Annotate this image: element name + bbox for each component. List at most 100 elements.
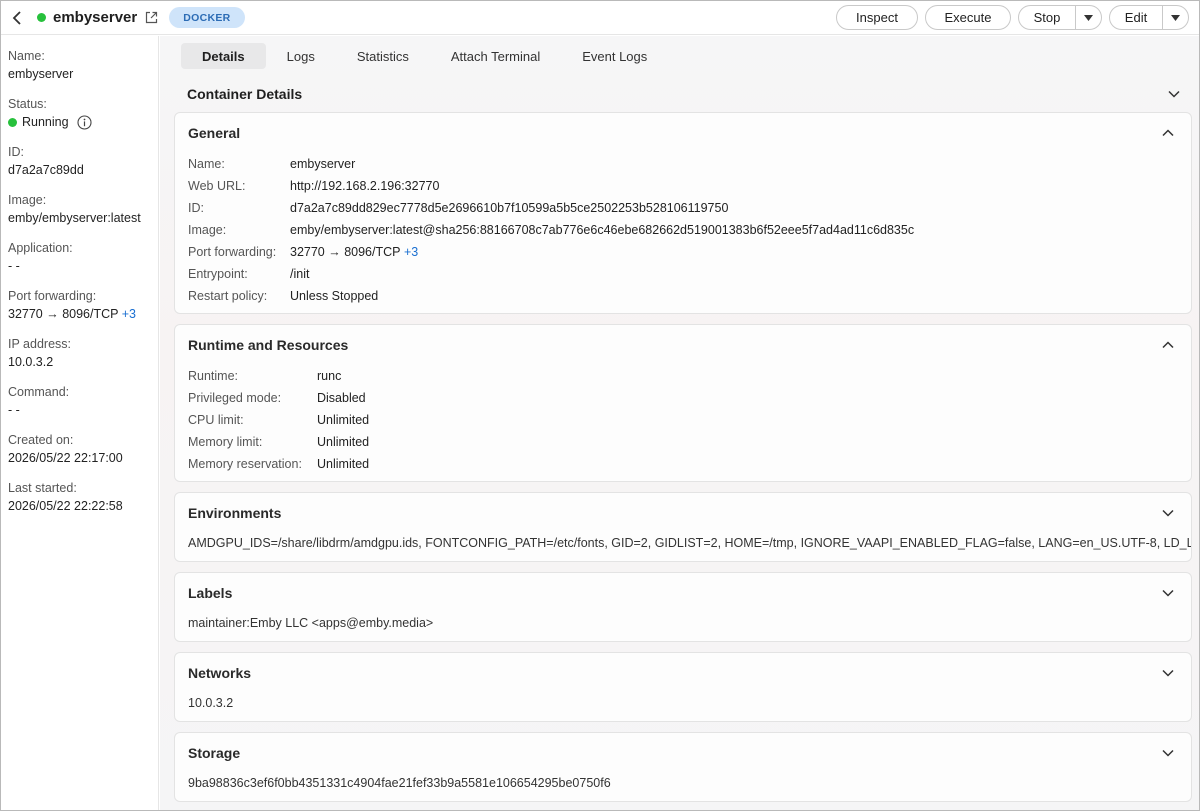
general-restart-label: Restart policy: bbox=[188, 289, 268, 303]
tab-event-logs[interactable]: Event Logs bbox=[561, 43, 668, 69]
sidebar-name-value: embyserver bbox=[8, 67, 74, 81]
sidebar-image-label: Image: bbox=[8, 193, 47, 207]
runtime-row-privileged: Privileged mode: Disabled bbox=[188, 387, 1178, 409]
stop-button[interactable]: Stop bbox=[1019, 6, 1075, 29]
web-url-link[interactable]: http://192.168.2.196:32770 bbox=[290, 175, 439, 197]
chevron-down-icon bbox=[1161, 746, 1175, 760]
sidebar-created-label: Created on: bbox=[8, 433, 74, 447]
runtime-row-memory: Memory limit: Unlimited bbox=[188, 431, 1178, 453]
tab-bar: Details Logs Statistics Attach Terminal … bbox=[181, 43, 668, 69]
networks-card: Networks 10.0.3.2 bbox=[174, 652, 1192, 722]
inspect-button[interactable]: Inspect bbox=[836, 5, 918, 30]
edit-dropdown-button[interactable] bbox=[1162, 6, 1188, 29]
sidebar-status: Running bbox=[8, 113, 158, 132]
execute-button[interactable]: Execute bbox=[925, 5, 1011, 30]
sidebar-port-value: 32770 → 8096/TCP bbox=[8, 307, 119, 321]
memory-limit-label: Memory limit: bbox=[188, 435, 263, 449]
runtime-value: runc bbox=[317, 369, 342, 383]
memory-reservation-label: Memory reservation: bbox=[188, 457, 302, 471]
sidebar-application-label: Application: bbox=[8, 241, 73, 255]
storage-card-header[interactable]: Storage bbox=[175, 733, 1191, 773]
labels-card: Labels maintainer:Emby LLC <apps@emby.me… bbox=[174, 572, 1192, 642]
sidebar-port-more-link[interactable]: +3 bbox=[122, 307, 136, 321]
labels-value: maintainer:Emby LLC <apps@emby.media> bbox=[188, 616, 434, 630]
general-image-label: Image: bbox=[188, 223, 227, 237]
general-port-value: 32770 → 8096/TCP bbox=[290, 245, 401, 259]
tab-logs[interactable]: Logs bbox=[266, 43, 336, 69]
sidebar-id-label: ID: bbox=[8, 145, 24, 159]
networks-card-header[interactable]: Networks bbox=[175, 653, 1191, 693]
container-details-window: embyserver DOCKER Inspect Execute Stop E… bbox=[0, 0, 1200, 811]
general-row-port: Port forwarding: 32770 → 8096/TCP +3 bbox=[188, 241, 1178, 263]
memory-reservation-value: Unlimited bbox=[317, 457, 370, 471]
chevron-up-icon bbox=[1161, 338, 1175, 352]
sidebar-started-label: Last started: bbox=[8, 481, 77, 495]
tab-details[interactable]: Details bbox=[181, 43, 266, 69]
chevron-down-icon bbox=[1167, 87, 1181, 101]
general-card-header[interactable]: General bbox=[175, 113, 1191, 153]
general-image-value: emby/embyserver:latest@sha256:88166708c7… bbox=[290, 223, 915, 237]
caret-down-icon bbox=[1171, 14, 1180, 21]
stop-split-button: Stop bbox=[1018, 5, 1102, 30]
runtime-card-header[interactable]: Runtime and Resources bbox=[175, 325, 1191, 365]
main-content: Details Logs Statistics Attach Terminal … bbox=[160, 36, 1199, 810]
environments-card-header[interactable]: Environments bbox=[175, 493, 1191, 533]
sidebar-created-value: 2026/05/22 22:17:00 bbox=[8, 451, 123, 465]
chevron-down-icon bbox=[1161, 666, 1175, 680]
general-port-more-link[interactable]: +3 bbox=[404, 241, 418, 263]
general-row-restart: Restart policy: Unless Stopped bbox=[188, 285, 1178, 307]
general-row-image: Image: emby/embyserver:latest@sha256:8816… bbox=[188, 219, 1178, 241]
tab-attach-terminal[interactable]: Attach Terminal bbox=[430, 43, 561, 69]
sidebar-ip-label: IP address: bbox=[8, 337, 72, 351]
general-entry-label: Entrypoint: bbox=[188, 267, 248, 281]
sidebar-command-label: Command: bbox=[8, 385, 70, 399]
general-name-label: Name: bbox=[188, 157, 225, 171]
info-icon[interactable] bbox=[77, 115, 92, 130]
runtime-card: Runtime and Resources Runtime: runc Privi… bbox=[174, 324, 1192, 482]
container-title: embyserver bbox=[53, 9, 138, 26]
general-restart-value: Unless Stopped bbox=[290, 289, 379, 303]
sidebar-port: 32770 → 8096/TCP +3 bbox=[8, 305, 158, 324]
storage-value: 9ba98836c3ef6f0bb4351331c4904fae21fef33b… bbox=[188, 776, 611, 790]
stop-dropdown-button[interactable] bbox=[1075, 6, 1101, 29]
runtime-row-memres: Memory reservation: Unlimited bbox=[188, 453, 1178, 475]
networks-value: 10.0.3.2 bbox=[188, 696, 234, 710]
sidebar-started-value: 2026/05/22 22:22:58 bbox=[8, 499, 123, 513]
sidebar-application-value: - - bbox=[8, 259, 20, 273]
general-entry-value: /init bbox=[290, 267, 310, 281]
tab-statistics[interactable]: Statistics bbox=[336, 43, 430, 69]
environments-value: AMDGPU_IDS=/share/libdrm/amdgpu.ids, FON… bbox=[188, 536, 1191, 550]
general-title: General bbox=[188, 125, 241, 141]
general-row-url: Web URL: http://192.168.2.196:32770 bbox=[188, 175, 1178, 197]
caret-down-icon bbox=[1084, 14, 1093, 21]
chevron-left-icon bbox=[12, 10, 21, 25]
chevron-down-icon bbox=[1161, 506, 1175, 520]
environments-title: Environments bbox=[188, 505, 282, 521]
privileged-label: Privileged mode: bbox=[188, 391, 282, 405]
edit-button[interactable]: Edit bbox=[1110, 6, 1162, 29]
container-details-header[interactable]: Container Details bbox=[187, 83, 1181, 105]
chevron-up-icon bbox=[1161, 126, 1175, 140]
runtime-rows: Runtime: runc Privileged mode: Disabled CP… bbox=[175, 365, 1191, 475]
general-url-label: Web URL: bbox=[188, 179, 246, 193]
toolbar: Inspect Execute Stop Edit bbox=[836, 5, 1199, 30]
labels-card-header[interactable]: Labels bbox=[175, 573, 1191, 613]
sidebar-status-value: Running bbox=[22, 115, 69, 129]
sidebar-image-value: emby/embyserver:latest bbox=[8, 211, 141, 225]
general-id-value: d7a2a7c89dd829ec7778d5e2696610b7f10599a5… bbox=[290, 201, 729, 215]
section-title: Container Details bbox=[187, 86, 303, 102]
storage-title: Storage bbox=[188, 745, 241, 761]
back-button[interactable] bbox=[1, 1, 33, 35]
runtime-title: Runtime and Resources bbox=[188, 337, 349, 353]
sidebar-command-value: - - bbox=[8, 403, 20, 417]
runtime-row-runtime: Runtime: runc bbox=[188, 365, 1178, 387]
privileged-value: Disabled bbox=[317, 391, 366, 405]
general-rows: Name: embyserver Web URL: http://192.168.2… bbox=[175, 153, 1191, 307]
runtime-label: Runtime: bbox=[188, 369, 239, 383]
runtime-row-cpu: CPU limit: Unlimited bbox=[188, 409, 1178, 431]
open-external-icon[interactable] bbox=[145, 11, 159, 25]
general-row-id: ID: d7a2a7c89dd829ec7778d5e2696610b7f1059… bbox=[188, 197, 1178, 219]
memory-limit-value: Unlimited bbox=[317, 435, 370, 449]
sidebar-name-label: Name: bbox=[8, 49, 45, 63]
general-row-entrypoint: Entrypoint: /init bbox=[188, 263, 1178, 285]
